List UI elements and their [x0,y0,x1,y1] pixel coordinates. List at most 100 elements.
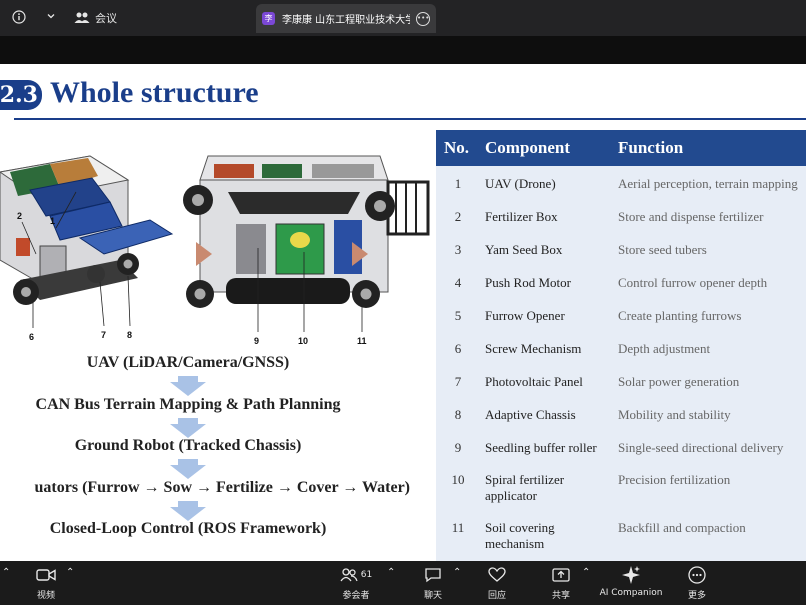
audio-options-caret[interactable]: ⌃ [2,567,10,578]
row-no: 10 [451,472,465,487]
row-function: Store and dispense fertilizer [618,209,764,224]
robot-right-figure [183,155,430,308]
participants-button[interactable]: 61 参会者 [333,566,379,601]
info-icon [12,10,26,24]
chat-options-caret[interactable]: ⌃ [453,567,461,578]
react-button[interactable]: 回应 [474,566,520,601]
row-component: Soil covering mechanism [485,520,555,551]
react-label: 回应 [487,591,506,601]
header-component: Component [485,138,571,157]
chevron-down-icon [47,14,55,19]
row-component: Photovoltaic Panel [485,374,583,389]
flow-arrow-2 [170,418,206,438]
row-no: 7 [454,374,462,389]
row-function: Backfill and compaction [618,520,746,535]
slide-title: Whole structure [50,76,259,109]
row-component: Adaptive Chassis [485,407,576,422]
row-no: 11 [451,520,465,535]
participants-count: 61 [360,570,373,580]
people-icon [74,12,90,23]
heart-icon [488,567,506,582]
row-function: Create planting furrows [618,308,742,323]
row-function: Depth adjustment [618,341,711,356]
participants-options-caret[interactable]: ⌃ [387,567,395,578]
flow-arrow-1 [170,376,206,396]
row-function: Single-seed directional delivery [618,440,784,455]
share-screen-icon [552,568,570,582]
robot-illustration: 2 1 6 7 8 9 10 11 [0,155,430,346]
row-component: Spiral fertilizer applicator [485,472,565,503]
meeting-menu-button[interactable]: 会议 [74,10,117,26]
video-camera-icon [36,569,56,581]
row-no: 6 [454,341,462,356]
table-header: No. Component Function [436,130,806,166]
more-label: 更多 [687,591,706,601]
figure-label-11: 11 [357,336,367,346]
header-function: Function [618,138,684,157]
more-button[interactable]: 更多 [674,566,720,601]
share-tab-title: 李康康 山东工程职业技术大学的... [282,15,410,26]
row-no: 5 [454,308,462,323]
view-strip [0,36,806,64]
chat-icon [425,568,441,583]
row-component: UAV (Drone) [485,176,556,191]
row-no: 3 [454,242,462,257]
info-button[interactable] [12,10,26,24]
video-label: 视频 [36,591,55,601]
meeting-label: 会议 [95,12,117,25]
row-component: Fertilizer Box [485,209,558,224]
row-no: 8 [454,407,462,422]
figure-label-2: 2 [17,211,22,221]
figure-label-6: 6 [29,332,34,342]
flow-step-3: Ground Robot (Tracked Chassis) [74,437,302,454]
flow-step-2: CAN Bus Terrain Mapping & Path Planning [35,396,341,413]
flow-step-4: uators (Furrow → Sow → Fertilize → Cover… [34,479,410,496]
row-component: Seedling buffer roller [485,440,597,455]
row-component: Yam Seed Box [485,242,563,257]
info-dropdown-button[interactable] [46,11,56,21]
share-screen-tab[interactable]: 李 李康康 山东工程职业技术大学的... ••• [256,4,436,33]
header-no: No. [444,138,470,157]
video-options-caret[interactable]: ⌃ [66,567,74,578]
figure-label-8: 8 [127,330,132,340]
shared-slide: 2.3 Whole structure 2 1 6 7 8 9 10 11 UA… [0,64,806,561]
more-icon [688,566,706,584]
meeting-top-bar: 会议 李 李康康 山东工程职业技术大学的... ••• [0,0,806,36]
share-label: 共享 [551,591,570,601]
chat-button[interactable]: 聊天 [410,566,456,601]
participants-icon [340,568,358,582]
presenter-app-icon: 李 [262,12,275,25]
flow-step-5: Closed-Loop Control (ROS Framework) [49,520,327,537]
row-component: Push Rod Motor [485,275,571,290]
row-function: Store seed tubers [618,242,707,257]
section-number-badge: 2.3 [0,80,42,110]
figure-label-7: 7 [101,330,106,340]
row-no: 2 [454,209,462,224]
ai-companion-label: AI Companion [599,588,663,598]
video-button[interactable]: 视频 [23,566,69,601]
share-options-caret[interactable]: ⌃ [582,567,590,578]
figure-label-1: 1 [50,216,55,226]
flow-arrow-4 [170,501,206,521]
figure-label-9: 9 [254,336,259,346]
more-options-icon[interactable]: ••• [416,11,430,26]
share-button[interactable]: 共享 [538,566,584,601]
ai-companion-button[interactable]: AI Companion [598,566,664,598]
participants-label: 参会者 [342,591,370,601]
figure-label-10: 10 [298,336,308,346]
row-function: Aerial perception, terrain mapping [618,176,798,191]
title-underline [14,118,806,120]
chat-label: 聊天 [423,591,442,601]
row-function: Solar power generation [618,374,740,389]
row-no: 4 [454,275,462,290]
flow-arrow-3 [170,459,206,479]
row-function: Precision fertilization [618,472,731,487]
sparkle-icon [622,566,640,584]
row-component: Screw Mechanism [485,341,582,356]
row-no: 1 [454,176,462,191]
row-function: Control furrow opener depth [618,275,768,290]
row-no: 9 [454,440,462,455]
flow-step-1: UAV (LiDAR/Camera/GNSS) [86,354,290,371]
meeting-toolbar: ⌃ 视频 ⌃ 61 参会者 ⌃ 聊天 ⌃ 回应 共享 ⌃ AI Companio… [0,561,806,605]
row-function: Mobility and stability [618,407,731,422]
